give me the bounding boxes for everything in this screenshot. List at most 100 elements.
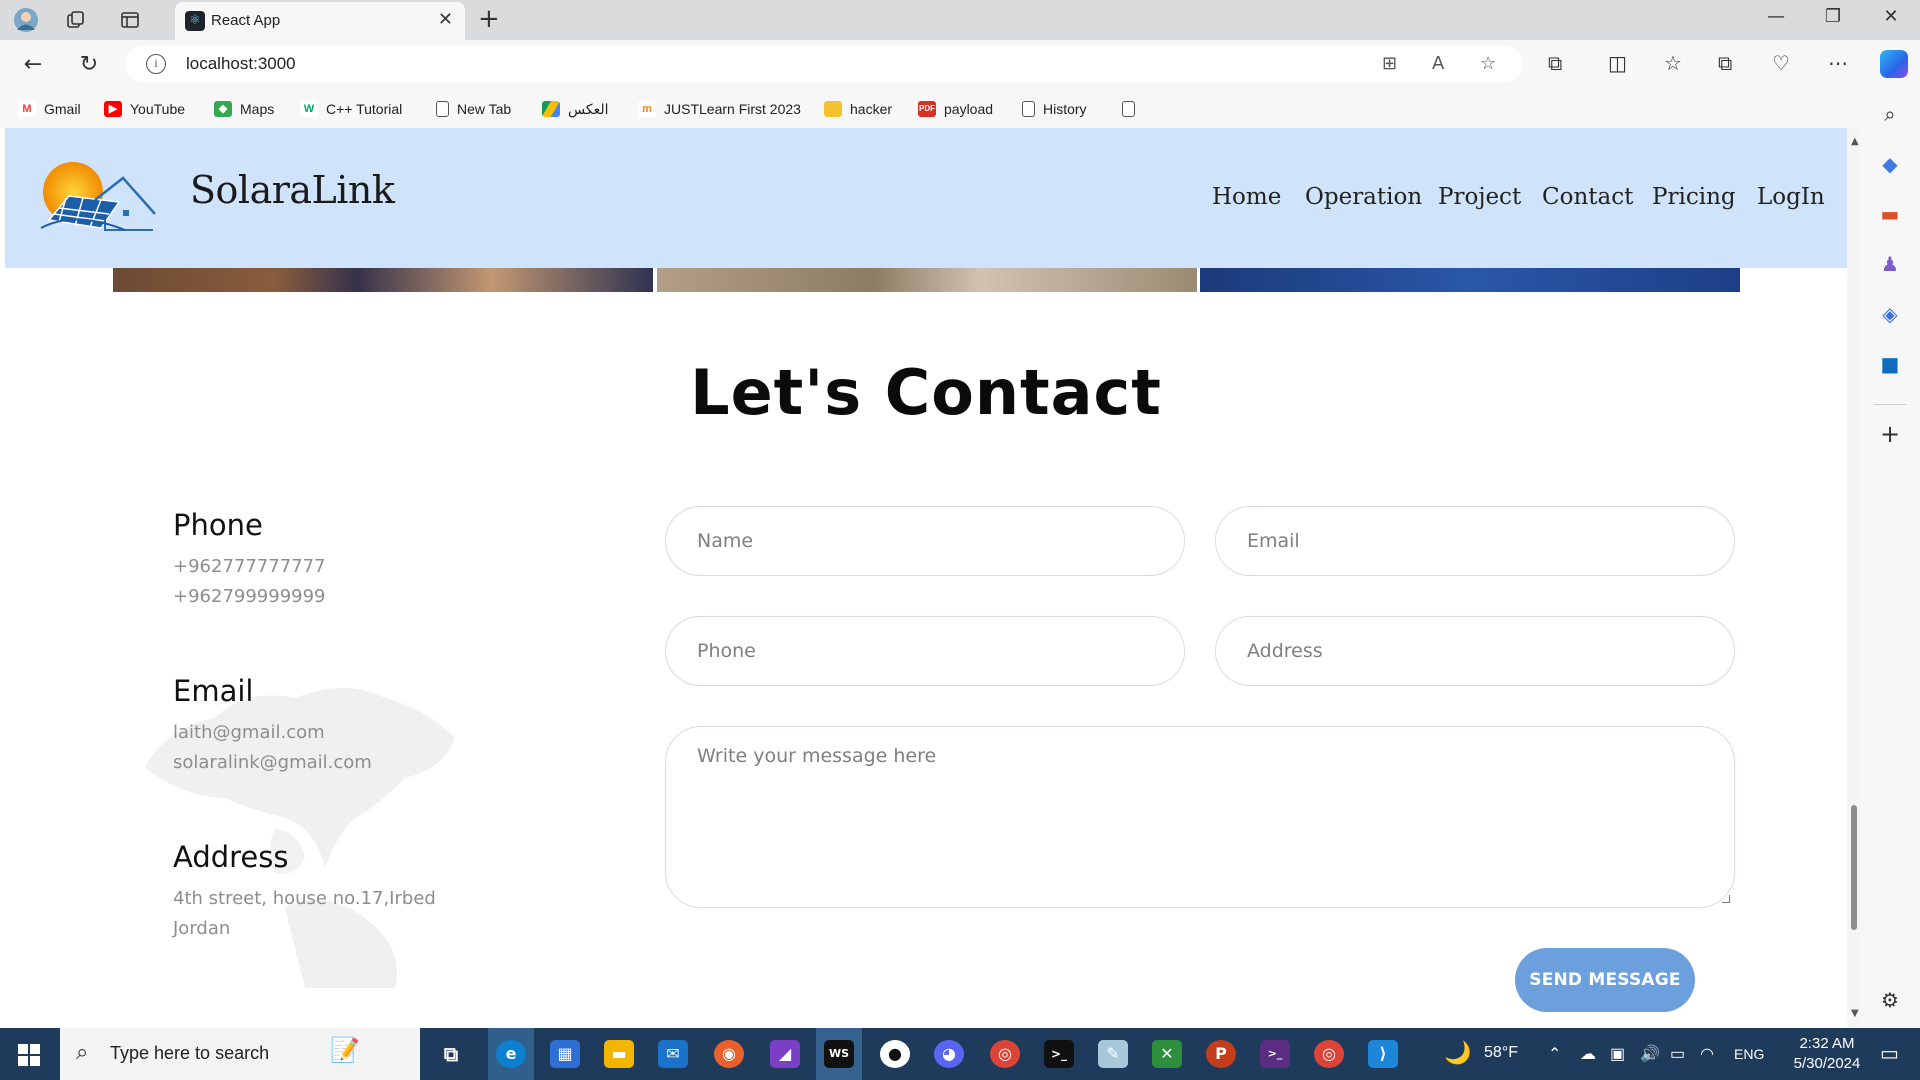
close-tab-icon[interactable]: ✕: [438, 9, 453, 30]
site-info-icon[interactable]: i: [146, 54, 166, 74]
nav-login[interactable]: LogIn: [1757, 184, 1825, 210]
settings-more-icon[interactable]: ⋯: [1828, 51, 1848, 75]
meet-now-icon[interactable]: ▣: [1610, 1044, 1625, 1064]
battery-icon[interactable]: ▭: [1670, 1044, 1685, 1064]
browser-essentials-icon[interactable]: ♡: [1772, 51, 1790, 75]
penguin-app-icon[interactable]: ●: [880, 1040, 910, 1068]
bookmark-untitled[interactable]: [1122, 98, 1135, 120]
profile-avatar-icon[interactable]: [12, 6, 40, 34]
bookmark-history[interactable]: History: [1022, 98, 1087, 120]
copilot-icon[interactable]: [1880, 50, 1908, 78]
edge-browser-icon[interactable]: e: [496, 1040, 526, 1068]
scroll-down-icon[interactable]: ▼: [1851, 1008, 1859, 1019]
microsoft-365-icon[interactable]: ◈: [1878, 302, 1902, 326]
tools-icon[interactable]: ▬: [1878, 202, 1902, 226]
pdf-icon: PDF: [918, 101, 936, 117]
bookmark-label: hacker: [850, 101, 893, 117]
search-highlight-icon: 📝: [330, 1036, 360, 1064]
chevron-up-icon[interactable]: ⌃: [1548, 1044, 1561, 1064]
search-icon[interactable]: ⌕: [1878, 102, 1902, 126]
new-tab-icon[interactable]: +: [478, 4, 500, 34]
restore-icon[interactable]: ❐: [1813, 6, 1853, 27]
nav-operation[interactable]: Operation: [1305, 184, 1422, 210]
bookmark-hacker[interactable]: hacker: [824, 98, 892, 120]
bookmark-new-tab[interactable]: New Tab: [436, 98, 511, 120]
address-input[interactable]: Address: [1215, 616, 1735, 686]
windows-start-icon[interactable]: [18, 1044, 40, 1066]
tab-react-app[interactable]: ⚛ React App ✕: [175, 2, 465, 40]
favorites-icon[interactable]: ☆: [1664, 51, 1682, 75]
shopping-tag-icon[interactable]: ◆: [1878, 152, 1902, 176]
message-textarea[interactable]: Write your message here: [665, 726, 1735, 908]
outlook-icon[interactable]: ■: [1878, 352, 1902, 376]
read-aloud-icon[interactable]: A: [1432, 53, 1444, 74]
scroll-up-icon[interactable]: ▲: [1851, 136, 1859, 147]
workspaces-icon[interactable]: [62, 6, 90, 34]
mail-icon[interactable]: ✉: [658, 1040, 688, 1068]
phone-placeholder: Phone: [697, 640, 756, 662]
solaralink-logo[interactable]: [35, 158, 159, 234]
weather-icon[interactable]: 🌙: [1444, 1040, 1471, 1066]
antivirus-icon[interactable]: ☁: [1580, 1044, 1596, 1064]
games-icon[interactable]: ♟: [1878, 252, 1902, 276]
chrome-icon[interactable]: ◎: [1314, 1040, 1344, 1068]
bookmark-maps[interactable]: ◆ Maps: [214, 98, 274, 120]
bookmark-arabic[interactable]: العكس: [542, 98, 609, 120]
back-icon[interactable]: ←: [18, 50, 48, 80]
firefox-icon[interactable]: ◉: [714, 1040, 744, 1068]
name-input[interactable]: Name: [665, 506, 1185, 576]
powerpoint-icon[interactable]: P: [1206, 1040, 1236, 1068]
collections-icon[interactable]: ⧉: [1718, 51, 1732, 75]
bookmark-youtube[interactable]: ▶ YouTube: [104, 98, 185, 120]
favorite-star-icon[interactable]: ☆: [1480, 53, 1496, 74]
address-bar-url[interactable]: localhost:3000: [186, 54, 296, 74]
volume-icon[interactable]: 🔊: [1640, 1044, 1660, 1064]
discord-icon[interactable]: ◕: [934, 1040, 964, 1068]
chrome-icon[interactable]: ◎: [990, 1040, 1020, 1068]
task-view-icon[interactable]: ⧉: [436, 1040, 466, 1068]
gear-icon[interactable]: ⚙: [1878, 988, 1902, 1012]
minimize-icon[interactable]: —: [1756, 6, 1796, 27]
bookmark-cpp-tutorial[interactable]: W C++ Tutorial: [300, 98, 402, 120]
refresh-icon[interactable]: ↻: [74, 50, 104, 80]
git-bash-icon[interactable]: >_: [1260, 1040, 1290, 1068]
scrollbar-thumb[interactable]: [1851, 805, 1857, 930]
notification-icon[interactable]: ▭: [1880, 1041, 1899, 1066]
bookmark-payload[interactable]: PDF payload: [918, 98, 993, 120]
split-screen-icon[interactable]: ◫: [1608, 51, 1627, 75]
wifi-icon[interactable]: ◠: [1700, 1044, 1714, 1064]
visual-studio-icon[interactable]: ◢: [770, 1040, 800, 1068]
vertical-tabs-icon[interactable]: [116, 6, 144, 34]
folder-icon: [824, 101, 842, 117]
nav-contact[interactable]: Contact: [1542, 184, 1633, 210]
excel-icon[interactable]: ✕: [1152, 1040, 1182, 1068]
weather-temperature[interactable]: 58°F: [1484, 1044, 1518, 1062]
webstorm-icon[interactable]: WS: [824, 1040, 854, 1068]
address-bar[interactable]: i localhost:3000 ⊞ A ☆: [126, 45, 1522, 83]
tab-title: React App: [211, 12, 281, 29]
add-icon[interactable]: +: [1878, 422, 1902, 446]
react-icon: ⚛: [185, 11, 205, 31]
nav-home[interactable]: Home: [1212, 184, 1281, 210]
email-input[interactable]: Email: [1215, 506, 1735, 576]
extensions-icon[interactable]: ⧉: [1548, 51, 1562, 75]
microsoft-store-icon[interactable]: ▦: [550, 1040, 580, 1068]
taskbar-search-box[interactable]: ⌕ Type here to search 📝: [60, 1028, 420, 1080]
nav-project[interactable]: Project: [1438, 184, 1521, 210]
notepad-icon[interactable]: ✎: [1098, 1040, 1128, 1068]
file-explorer-icon[interactable]: ▬: [604, 1040, 634, 1068]
bookmark-justlearn[interactable]: m JUSTLearn First 2023: [638, 98, 801, 120]
nav-pricing[interactable]: Pricing: [1652, 184, 1736, 210]
windows-taskbar: ⌕ Type here to search 📝 ⧉ e ▦ ▬ ✉ ◉ ◢ WS…: [0, 1028, 1920, 1080]
vscode-icon[interactable]: ⟩: [1368, 1040, 1398, 1068]
close-window-icon[interactable]: ✕: [1871, 6, 1911, 27]
system-clock[interactable]: 2:32 AM 5/30/2024: [1782, 1034, 1872, 1074]
terminal-icon[interactable]: >_: [1044, 1040, 1074, 1068]
app-available-icon[interactable]: ⊞: [1382, 53, 1397, 74]
resize-handle-icon[interactable]: [1722, 895, 1730, 903]
brand-name[interactable]: SolaraLink: [190, 168, 395, 212]
bookmark-gmail[interactable]: M Gmail: [18, 98, 81, 120]
send-message-button[interactable]: SEND MESSAGE: [1515, 948, 1695, 1012]
phone-input[interactable]: Phone: [665, 616, 1185, 686]
input-language[interactable]: ENG: [1734, 1046, 1764, 1062]
